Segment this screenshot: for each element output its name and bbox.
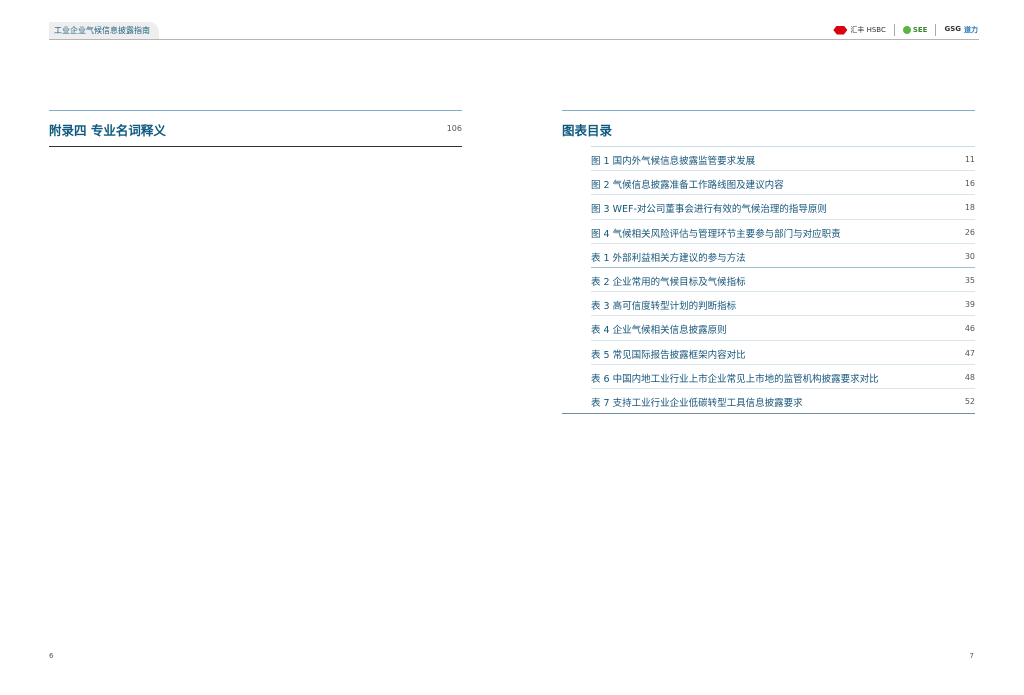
toc-item[interactable]: 表 7 支持工业行业企业低碳转型工具信息披露要求 52 <box>591 389 975 413</box>
toc-item[interactable]: 表 5 常见国际报告披露框架内容对比 47 <box>591 341 975 365</box>
toc-item-label: 表 3 高可信度转型计划的判断指标 <box>591 301 737 313</box>
partner-logos: 汇丰 HSBC SEE GSG 道力 <box>833 24 978 36</box>
toc-item-page: 52 <box>964 396 975 406</box>
hsbc-logo-text: 汇丰 HSBC <box>850 26 886 34</box>
figures-tables-toc: 图表目录 图 1 国内外气候信息披露监管要求发展 11 图 2 气候信息披露准备工作… <box>562 110 975 415</box>
logo-separator <box>935 24 937 36</box>
toc-item-page: 47 <box>964 348 975 358</box>
toc-item[interactable]: 表 1 外部利益相关方建议的参与方法 30 <box>591 244 975 268</box>
toc-item[interactable]: 图 2 气候信息披露准备工作路线图及建议内容 16 <box>591 171 975 196</box>
see-logo: SEE <box>902 26 928 34</box>
toc-item-label: 表 7 支持工业行业企业低碳转型工具信息披露要求 <box>591 397 803 409</box>
toc-item-page: 26 <box>964 227 975 237</box>
toc-item-label: 表 5 常见国际报告披露框架内容对比 <box>591 349 746 361</box>
section-title: 附录四 专业名词释义 <box>49 123 166 138</box>
logo-separator <box>893 24 895 36</box>
leaf-icon <box>902 26 911 34</box>
toc-item-label: 图 3 WEF-对公司董事会进行有效的气候治理的指导原则 <box>591 204 827 216</box>
toc-item[interactable]: 表 4 企业气候相关信息披露原则 46 <box>591 316 975 341</box>
toc-item-label: 图 1 国内外气候信息披露监管要求发展 <box>591 156 756 167</box>
toc-bottom-rule <box>562 413 975 415</box>
gsg-logo-text: GSG <box>944 25 961 33</box>
page-number-left: 6 <box>49 652 54 660</box>
toc-item-page: 46 <box>964 324 975 334</box>
toc-item-page: 11 <box>964 155 975 164</box>
toc-item[interactable]: 表 2 企业常用的气候目标及气候指标 35 <box>591 268 975 293</box>
header-divider <box>49 39 979 40</box>
see-logo-text: SEE <box>912 26 928 34</box>
toc-list: 图 1 国内外气候信息披露监管要求发展 11 图 2 气候信息披露准备工作路线图及建… <box>562 146 975 415</box>
hsbc-hexagon-icon <box>833 25 848 35</box>
page-number-right: 7 <box>969 652 974 660</box>
section-title: 图表目录 <box>562 123 613 138</box>
toc-item-label: 图 2 气候信息披露准备工作路线图及建议内容 <box>591 180 784 192</box>
toc-item[interactable]: 表 3 高可信度转型计划的判断指标 39 <box>591 292 975 317</box>
toc-item-page: 16 <box>964 179 975 189</box>
toc-item-label: 表 2 企业常用的气候目标及气候指标 <box>591 276 746 288</box>
toc-item-label: 表 1 外部利益相关方建议的参与方法 <box>591 252 746 264</box>
toc-item[interactable]: 图 3 WEF-对公司董事会进行有效的气候治理的指导原则 18 <box>591 195 975 220</box>
toc-item-label: 表 6 中国内地工业行业上市企业常见上市地的监管机构披露要求对比 <box>591 373 879 385</box>
document-title-tab: 工业企业气候信息披露指南 <box>49 22 159 39</box>
hsbc-logo: 汇丰 HSBC <box>833 25 886 35</box>
page-number: 106 <box>446 124 462 133</box>
gsg-logo: GSG 道力 <box>944 25 978 35</box>
toc-item-page: 30 <box>964 251 975 261</box>
toc-item-label: 图 4 气候相关风险评估与管理环节主要参与部门与对应职责 <box>591 228 841 240</box>
toc-item[interactable]: 图 4 气候相关风险评估与管理环节主要参与部门与对应职责 26 <box>591 220 975 244</box>
toc-item-page: 35 <box>964 275 975 285</box>
toc-item[interactable]: 表 6 中国内地工业行业上市企业常见上市地的监管机构披露要求对比 48 <box>591 365 975 389</box>
gsg-logo-cn: 道力 <box>964 26 978 34</box>
toc-item-label: 表 4 企业气候相关信息披露原则 <box>591 325 727 337</box>
toc-item-page: 18 <box>964 203 975 213</box>
toc-item[interactable]: 图 1 国内外气候信息披露监管要求发展 11 <box>591 147 975 172</box>
toc-item-page: 48 <box>964 372 975 382</box>
toc-item-page: 39 <box>964 300 975 310</box>
toc-entry-appendix-4[interactable]: 附录四 专业名词释义 106 <box>49 110 462 147</box>
